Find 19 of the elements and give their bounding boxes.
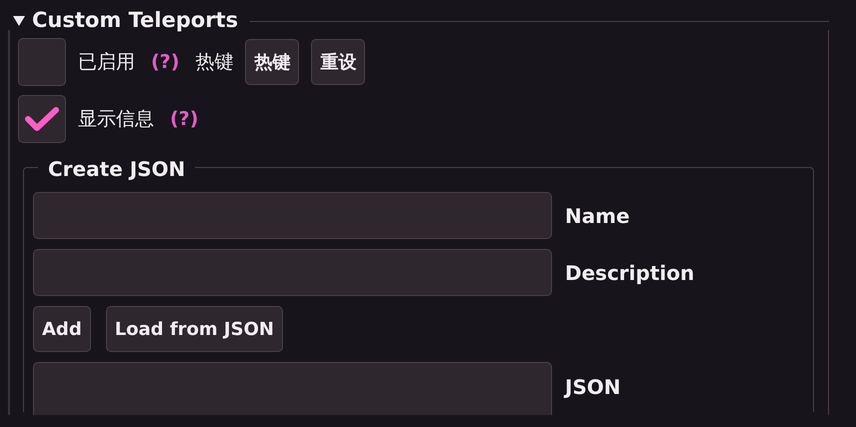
input-field[interactable] — [33, 249, 552, 296]
action-button[interactable]: Add — [33, 306, 91, 352]
checkbox-label: 显示信息 — [78, 106, 154, 132]
help-marker[interactable]: (?) — [151, 48, 180, 76]
field-label: JSON — [565, 374, 621, 401]
check-icon — [25, 105, 59, 133]
checkbox[interactable] — [18, 95, 66, 143]
field-label: Description — [565, 260, 694, 286]
help-marker[interactable]: (?) — [170, 104, 198, 134]
collapse-arrow-icon[interactable] — [12, 15, 26, 27]
input-field[interactable] — [33, 192, 552, 239]
checkbox-label: 已启用 — [78, 50, 135, 75]
action-button[interactable]: Load from JSON — [106, 306, 283, 352]
hotkey-button[interactable]: 重设 — [311, 39, 366, 85]
hotkey-button[interactable]: 热键 — [245, 39, 300, 85]
field-label: Name — [565, 202, 630, 230]
checkbox[interactable] — [18, 38, 66, 86]
hotkey-label: 热键 — [195, 50, 234, 75]
section-header[interactable]: Custom Teleports — [32, 5, 238, 37]
